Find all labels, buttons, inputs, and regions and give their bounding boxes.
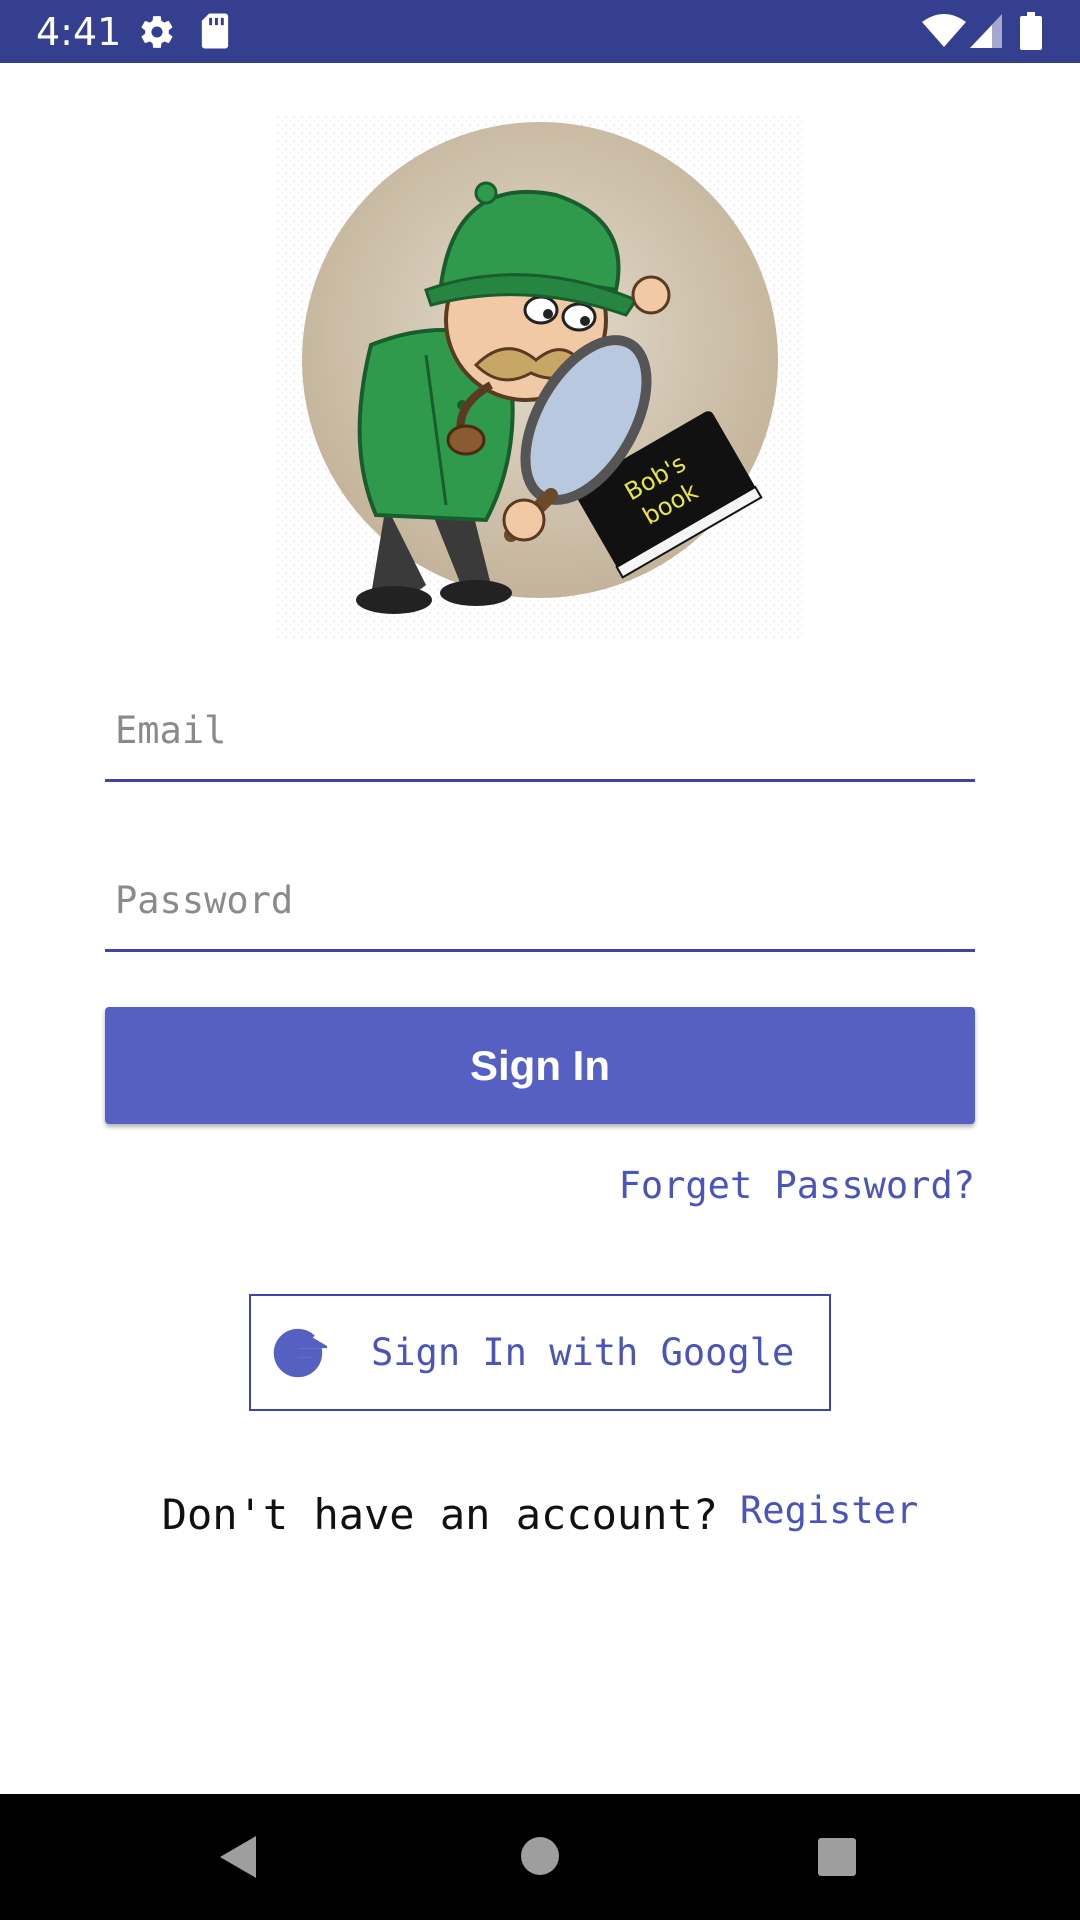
navigation-bar xyxy=(0,1794,1080,1920)
email-field[interactable] xyxy=(105,682,975,782)
sign-in-button[interactable]: Sign In xyxy=(105,1007,975,1124)
register-row: Don't have an account? Register xyxy=(0,1489,1080,1539)
password-field[interactable] xyxy=(105,852,975,952)
gear-icon xyxy=(141,16,173,48)
google-icon xyxy=(273,1328,327,1378)
password-underline xyxy=(105,949,975,952)
sign-in-label: Sign In xyxy=(470,1041,610,1089)
google-sign-in-button[interactable]: Sign In with Google xyxy=(249,1294,831,1411)
status-bar: 4:41 xyxy=(0,0,1080,63)
no-account-text: Don't have an account? xyxy=(161,1490,719,1539)
recents-icon[interactable] xyxy=(817,1837,857,1877)
google-sign-in-label: Sign In with Google xyxy=(371,1331,795,1374)
register-link[interactable]: Register xyxy=(740,1489,918,1532)
password-input[interactable] xyxy=(105,852,975,948)
back-icon[interactable] xyxy=(216,1834,260,1880)
status-time: 4:41 xyxy=(36,10,122,54)
signal-icon xyxy=(970,14,1002,48)
forgot-password-link[interactable]: Forget Password? xyxy=(619,1164,975,1207)
detective-logo: Bob's book xyxy=(276,115,804,640)
home-icon[interactable] xyxy=(520,1836,560,1876)
email-underline xyxy=(105,779,975,782)
wifi-icon xyxy=(922,14,966,47)
battery-icon xyxy=(1020,12,1042,50)
sd-card-icon xyxy=(201,13,229,49)
email-input[interactable] xyxy=(105,682,975,778)
